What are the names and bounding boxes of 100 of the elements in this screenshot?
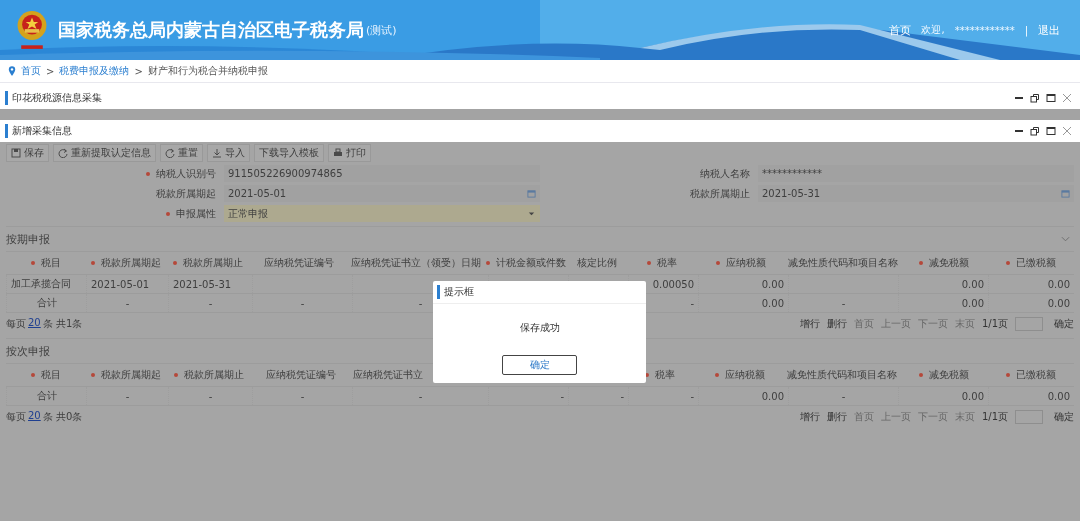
confirm-button[interactable]: 确定 (502, 355, 577, 375)
table-cell: 0.00050 (652, 278, 694, 290)
column-header: 应纳税凭证书立（领受）日期 (350, 256, 481, 270)
printer-icon (333, 148, 343, 158)
toolbar-button[interactable]: 重置 (160, 144, 203, 162)
column-header: 已缴税额 (1006, 368, 1057, 382)
site-tag: (测试) (366, 22, 397, 38)
input-field[interactable]: 2021-05-31 (758, 185, 1074, 202)
column-header: 应纳税额 (714, 368, 765, 382)
column-header: 减免税额 (918, 368, 969, 382)
column-header: 减免性质代码和项目名称 (787, 256, 898, 270)
maximize-icon[interactable] (1046, 126, 1056, 136)
column-header: 应纳税额 (716, 256, 766, 270)
table-cell: - (125, 390, 130, 402)
column-header: 税款所属期止 (174, 368, 245, 382)
column-header: 计税金额或件数 (485, 256, 566, 270)
field-label: 申报属性 (6, 206, 224, 221)
field-label: 税款所属期起 (155, 186, 217, 201)
table-cell: 0.00 (1047, 278, 1070, 290)
table-cell: 0.00 (761, 278, 784, 290)
column-header: 已缴税额 (1006, 256, 1057, 270)
table-cell: 2021-05-01 (91, 278, 150, 290)
record-count: 条 共0条 (42, 410, 83, 424)
table-cell: 加工承揽合同 (11, 277, 71, 291)
toolbar-button[interactable]: 下载导入模板 (254, 144, 324, 162)
refresh-icon (58, 148, 68, 158)
table-cell: 0.00 (761, 297, 784, 309)
table-cell: - (418, 390, 423, 402)
page-indicator: 1/1页 (981, 410, 1008, 424)
page-size-link[interactable]: 20 (28, 410, 41, 424)
dialog-title: 提示框 (437, 285, 474, 299)
breadcrumb-text: > (134, 65, 143, 77)
restore-icon[interactable] (1030, 93, 1040, 103)
column-header: 核定比例 (577, 256, 618, 270)
input-field[interactable]: 2021-05-01 (224, 185, 540, 202)
refresh-icon (165, 148, 175, 158)
table-cell: 合计 (36, 296, 57, 310)
record-count: 条 共1条 (42, 317, 83, 331)
column-header: 应纳税凭证书立 (352, 368, 423, 382)
welcome-text: ************ (954, 24, 1015, 36)
header-link[interactable]: 首页 (889, 22, 912, 38)
pager-link[interactable]: 删行 (826, 410, 847, 424)
welcome-text: 欢迎, (921, 23, 945, 37)
panel-title: 新增采集信息 (5, 124, 72, 138)
toolbar-button[interactable]: 打印 (328, 144, 371, 162)
breadcrumb-text: 财产和行为税合并纳税申报 (147, 64, 268, 78)
breadcrumb-link[interactable]: 税费申报及缴纳 (59, 64, 130, 78)
table-cell: 0.00 (1047, 297, 1070, 309)
separator: | (1024, 24, 1028, 36)
column-header: 减免税额 (919, 256, 970, 270)
column-header: 税目 (30, 368, 61, 382)
input-field[interactable]: 正常申报 (224, 205, 540, 222)
table-cell: - (208, 390, 213, 402)
page-size-label: 每页 (6, 317, 26, 331)
table-cell: 0.00 (961, 278, 984, 290)
column-header: 应纳税凭证编号 (264, 256, 335, 270)
maximize-icon[interactable] (1046, 93, 1056, 103)
breadcrumb-link[interactable]: 首页 (21, 64, 41, 78)
table-cell: - (841, 390, 846, 402)
table-cell: - (620, 390, 624, 402)
field-label: 税款所属期止 (689, 186, 751, 201)
column-header: 应纳税凭证编号 (265, 368, 336, 382)
save-icon (11, 148, 21, 158)
table-cell: - (690, 297, 694, 309)
pager-link[interactable]: 增行 (799, 317, 820, 331)
table-cell: 0.00 (761, 390, 784, 402)
page-size-label: 每页 (6, 410, 26, 424)
header-link[interactable]: 退出 (1038, 22, 1060, 38)
table-cell: - (300, 390, 305, 402)
table-cell: 0.00 (961, 297, 984, 309)
input-field[interactable]: 911505226900974865 (224, 165, 540, 182)
table-cell: 0.00 (1047, 390, 1070, 402)
panel-title: 印花税税源信息采集 (5, 91, 102, 105)
toolbar-button[interactable]: 重新提取认定信息 (53, 144, 156, 162)
column-header: 税款所属期起 (91, 368, 162, 382)
restore-icon[interactable] (1030, 126, 1040, 136)
table-cell: 合计 (36, 389, 57, 403)
column-header: 税款所属期起 (90, 256, 161, 270)
table-cell: 2021-05-31 (173, 278, 232, 290)
close-icon[interactable] (1062, 93, 1072, 103)
toolbar-button[interactable]: 保存 (6, 144, 49, 162)
location-pin-icon (8, 66, 16, 76)
toolbar-button[interactable]: 导入 (207, 144, 250, 162)
table-cell: - (125, 297, 130, 309)
go-button[interactable]: 确定 (1054, 410, 1074, 424)
page-size-link[interactable]: 20 (28, 317, 41, 331)
go-button[interactable]: 确定 (1054, 317, 1074, 331)
dialog-message: 保存成功 (519, 322, 560, 333)
field-label: 纳税人名称 (699, 166, 751, 181)
table-cell: - (208, 297, 213, 309)
input-field[interactable]: ************ (758, 165, 1074, 182)
table-cell: - (560, 390, 564, 402)
site-title: 国家税务总局内蒙古自治区电子税务局 (58, 18, 364, 42)
page-indicator: 1/1页 (981, 317, 1008, 331)
pager-link[interactable]: 增行 (799, 410, 820, 424)
section-title: 按次申报 (6, 343, 50, 359)
download-icon (212, 148, 222, 158)
close-icon[interactable] (1062, 126, 1072, 136)
section-title: 按期申报 (6, 231, 50, 247)
pager-link[interactable]: 删行 (826, 317, 847, 331)
